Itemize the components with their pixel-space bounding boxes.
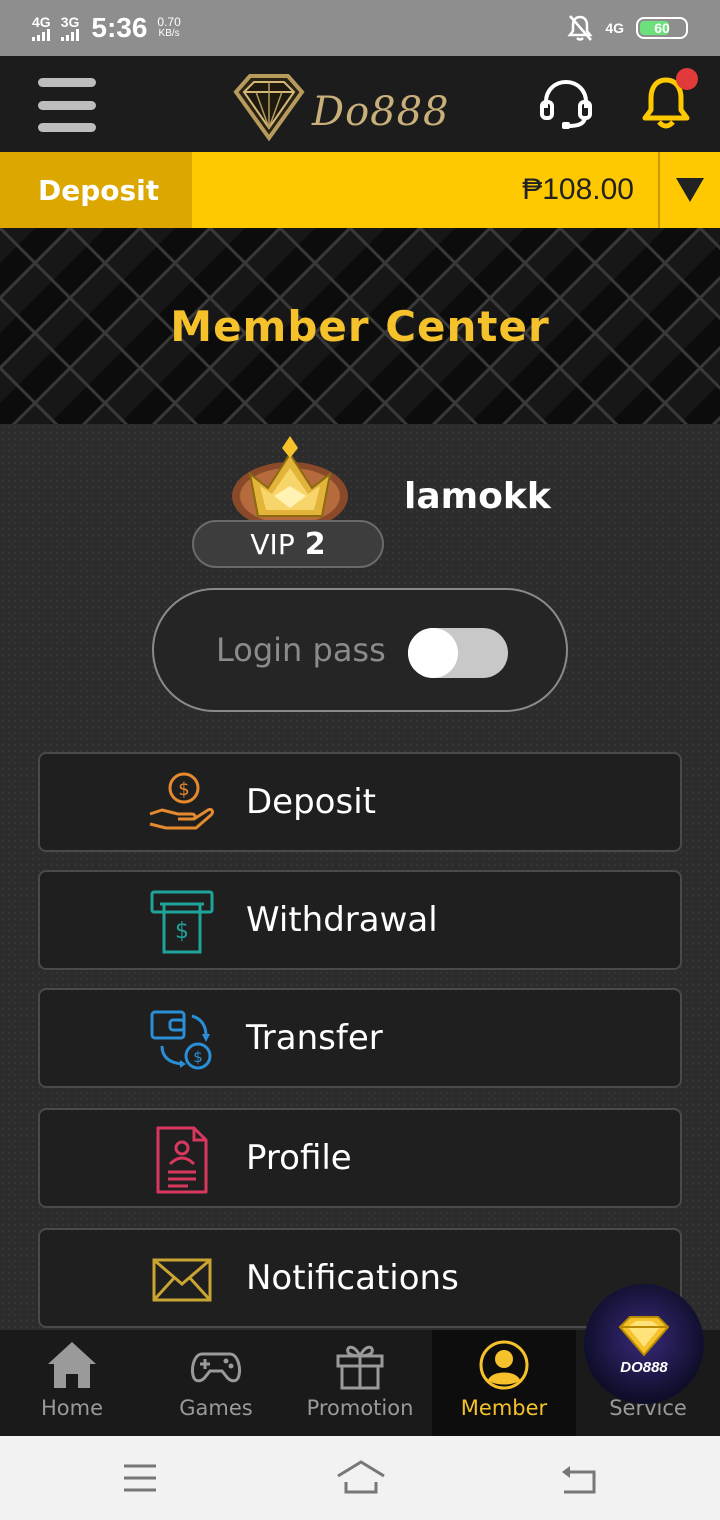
menu-item-transfer[interactable]: $ Transfer	[38, 988, 682, 1088]
notification-bell[interactable]	[638, 68, 698, 132]
nav-label: Home	[40, 1396, 103, 1420]
toggle-knob	[408, 628, 458, 678]
menu-label: Profile	[246, 1138, 352, 1178]
floating-app-logo[interactable]: DO888	[584, 1284, 704, 1404]
nav-label: Games	[179, 1396, 253, 1420]
status-right: 4G 60	[567, 14, 688, 42]
hamburger-icon[interactable]	[38, 76, 96, 134]
vip-label: VIP	[250, 527, 295, 561]
network-4g-icon: 4G	[605, 20, 624, 36]
home-icon	[48, 1342, 96, 1388]
clock: 5:36	[91, 12, 148, 43]
app-screen: { "status_bar": { "net1": "4G", "net2": …	[0, 0, 720, 1520]
menu-item-withdrawal[interactable]: $ Withdrawal	[38, 870, 682, 970]
nav-home[interactable]: Home	[0, 1330, 144, 1436]
menu-item-profile[interactable]: Profile	[38, 1108, 682, 1208]
menu-label: Withdrawal	[246, 900, 438, 940]
svg-text:$: $	[175, 919, 189, 944]
transfer-icon: $	[150, 1010, 212, 1070]
login-pass-label: Login pass	[216, 631, 386, 669]
diamond-logo-icon	[233, 74, 305, 142]
svg-text:$: $	[193, 1048, 203, 1066]
logo-text: Do888	[312, 89, 450, 135]
menu-item-deposit[interactable]: $ Deposit	[38, 752, 682, 852]
atm-withdraw-icon: $	[150, 890, 214, 954]
home-button-icon[interactable]	[336, 1458, 386, 1498]
vip-badge: VIP 2	[192, 520, 384, 568]
login-pass-panel: Login pass	[152, 588, 568, 712]
system-navigation-bar	[0, 1436, 720, 1520]
profile-document-icon	[156, 1126, 208, 1194]
member-panel: VIP 2 lamokk Login pass $ Deposit $ With…	[0, 424, 720, 1330]
nav-promotion[interactable]: Promotion	[288, 1330, 432, 1436]
caret-down-icon	[676, 178, 704, 202]
app-logo[interactable]: Do888	[232, 70, 472, 142]
network-type: 3G	[60, 14, 80, 30]
deposit-button[interactable]: Deposit	[0, 152, 192, 228]
member-center-banner: Member Center	[0, 228, 720, 424]
gamepad-icon	[190, 1352, 242, 1383]
speed-unit: KB/s	[158, 28, 180, 39]
wallet-balance: ₱108.00	[522, 173, 634, 206]
headset-icon[interactable]	[538, 76, 594, 132]
nav-label: Promotion	[306, 1396, 414, 1420]
menu-label: Notifications	[246, 1258, 459, 1298]
signal-4g-icon: 4G	[32, 15, 51, 41]
vip-crown-icon	[232, 436, 348, 530]
envelope-icon	[152, 1258, 212, 1302]
svg-text:$: $	[178, 779, 189, 800]
status-bar: 4G 3G 5:36 0.70 KB/s 4G 60	[0, 0, 720, 56]
back-icon[interactable]	[558, 1458, 602, 1498]
signal-3g-icon: 3G	[60, 14, 80, 41]
speed-value: 0.70	[157, 15, 181, 29]
page-title: Member Center	[170, 301, 550, 351]
username: lamokk	[404, 476, 551, 517]
balance-dropdown-button[interactable]	[660, 152, 720, 228]
nav-games[interactable]: Games	[144, 1330, 288, 1436]
login-pass-toggle[interactable]	[408, 628, 508, 678]
vip-level: 2	[304, 526, 326, 562]
menu-label: Deposit	[246, 782, 376, 822]
menu-label: Transfer	[246, 1018, 383, 1058]
wallet-bar: Deposit ₱108.00	[0, 152, 720, 228]
battery-level: 60	[654, 20, 670, 36]
nav-label: Member	[460, 1396, 548, 1420]
diamond-icon	[618, 1315, 670, 1357]
notifications-off-icon	[567, 15, 593, 41]
gift-icon	[336, 1345, 384, 1390]
user-circle-icon	[479, 1340, 529, 1390]
recent-apps-icon[interactable]	[118, 1458, 162, 1498]
network-speed: 0.70 KB/s	[157, 16, 180, 40]
deposit-icon: $	[149, 772, 214, 830]
battery-icon: 60	[636, 17, 688, 39]
menu-item-notifications[interactable]: Notifications	[38, 1228, 682, 1328]
unread-badge	[676, 68, 698, 90]
network-type: 4G	[32, 14, 51, 30]
floating-logo-text: DO888	[620, 1358, 668, 1376]
nav-member[interactable]: Member	[432, 1330, 576, 1436]
app-header: Do888	[0, 56, 720, 152]
